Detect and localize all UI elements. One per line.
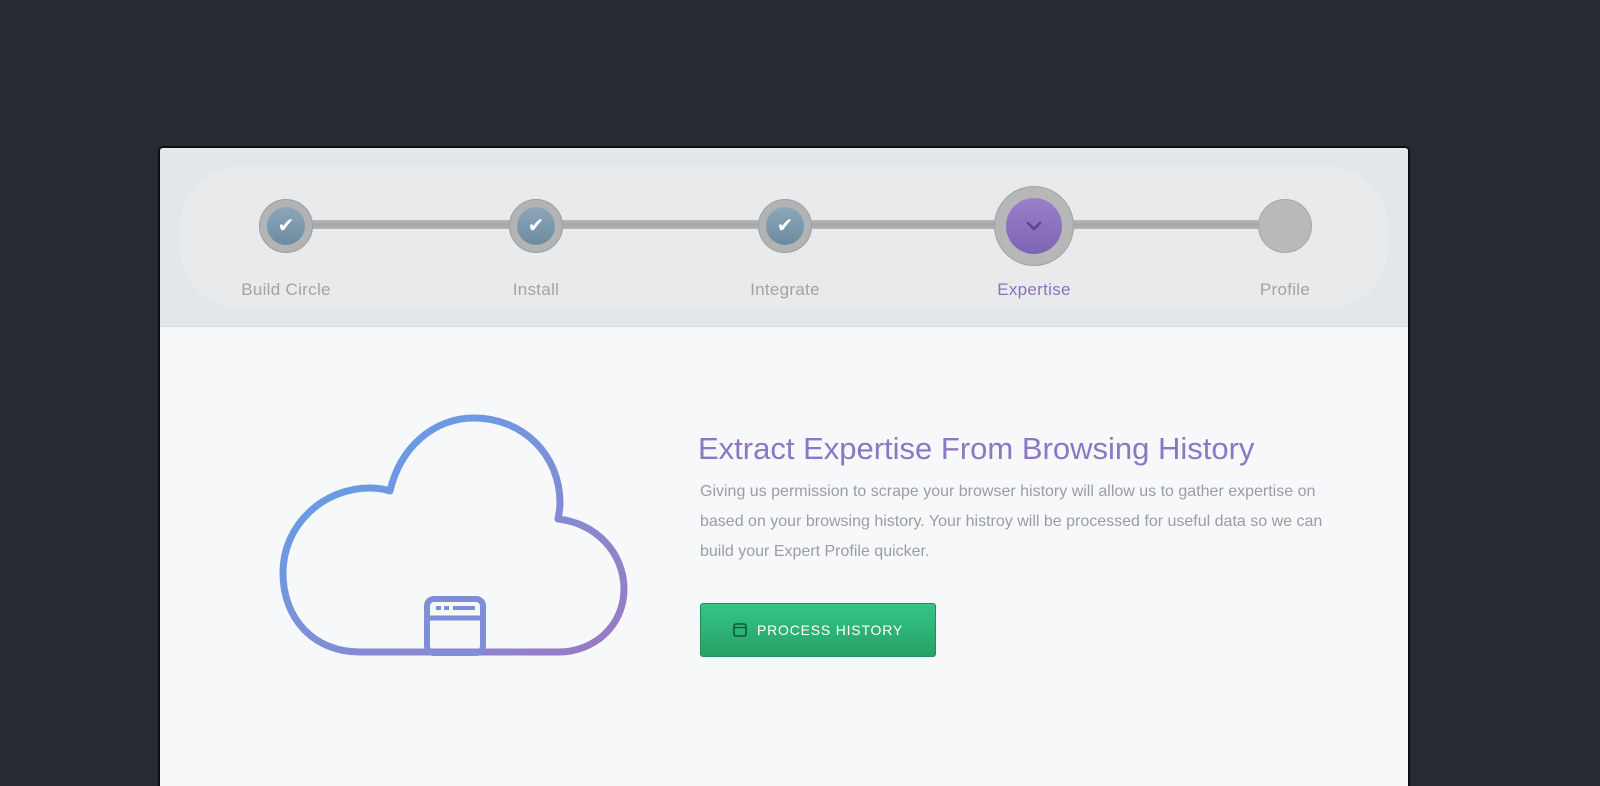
- progress-stepper: ✔ Build Circle ✔ Install ✔ Integrate Exp…: [160, 148, 1408, 327]
- cloud-browser-icon: [279, 414, 628, 656]
- check-icon: ✔: [766, 207, 804, 245]
- onboarding-window: ✔ Build Circle ✔ Install ✔ Integrate Exp…: [158, 146, 1410, 786]
- check-icon: ✔: [517, 207, 555, 245]
- step-integrate[interactable]: ✔ Integrate: [705, 148, 865, 326]
- step-profile[interactable]: Profile: [1205, 148, 1365, 326]
- step-label: Install: [512, 280, 560, 299]
- step-node-pending: [1258, 199, 1312, 253]
- step-install[interactable]: ✔ Install: [456, 148, 616, 326]
- step-node-done: ✔: [259, 199, 313, 253]
- step-expertise[interactable]: Expertise: [954, 148, 1114, 326]
- main-content: Extract Expertise From Browsing History …: [160, 327, 1408, 786]
- chevron-down-icon: [1006, 198, 1062, 254]
- step-node-done: ✔: [509, 199, 563, 253]
- step-node-current: [994, 186, 1074, 266]
- process-history-button[interactable]: PROCESS HISTORY: [700, 603, 936, 657]
- description-text: Giving us permission to scrape your brow…: [700, 483, 1323, 560]
- browser-window-icon: [733, 623, 747, 637]
- step-label: Build Circle: [241, 280, 331, 299]
- step-label: Profile: [1259, 280, 1311, 299]
- check-icon: ✔: [267, 207, 305, 245]
- process-history-label: PROCESS HISTORY: [756, 622, 904, 638]
- step-node-done: ✔: [758, 199, 812, 253]
- page-title: Extract Expertise From Browsing History: [698, 431, 1255, 466]
- step-label: Expertise: [997, 280, 1071, 299]
- step-build-circle[interactable]: ✔ Build Circle: [206, 148, 366, 326]
- step-label: Integrate: [750, 280, 820, 299]
